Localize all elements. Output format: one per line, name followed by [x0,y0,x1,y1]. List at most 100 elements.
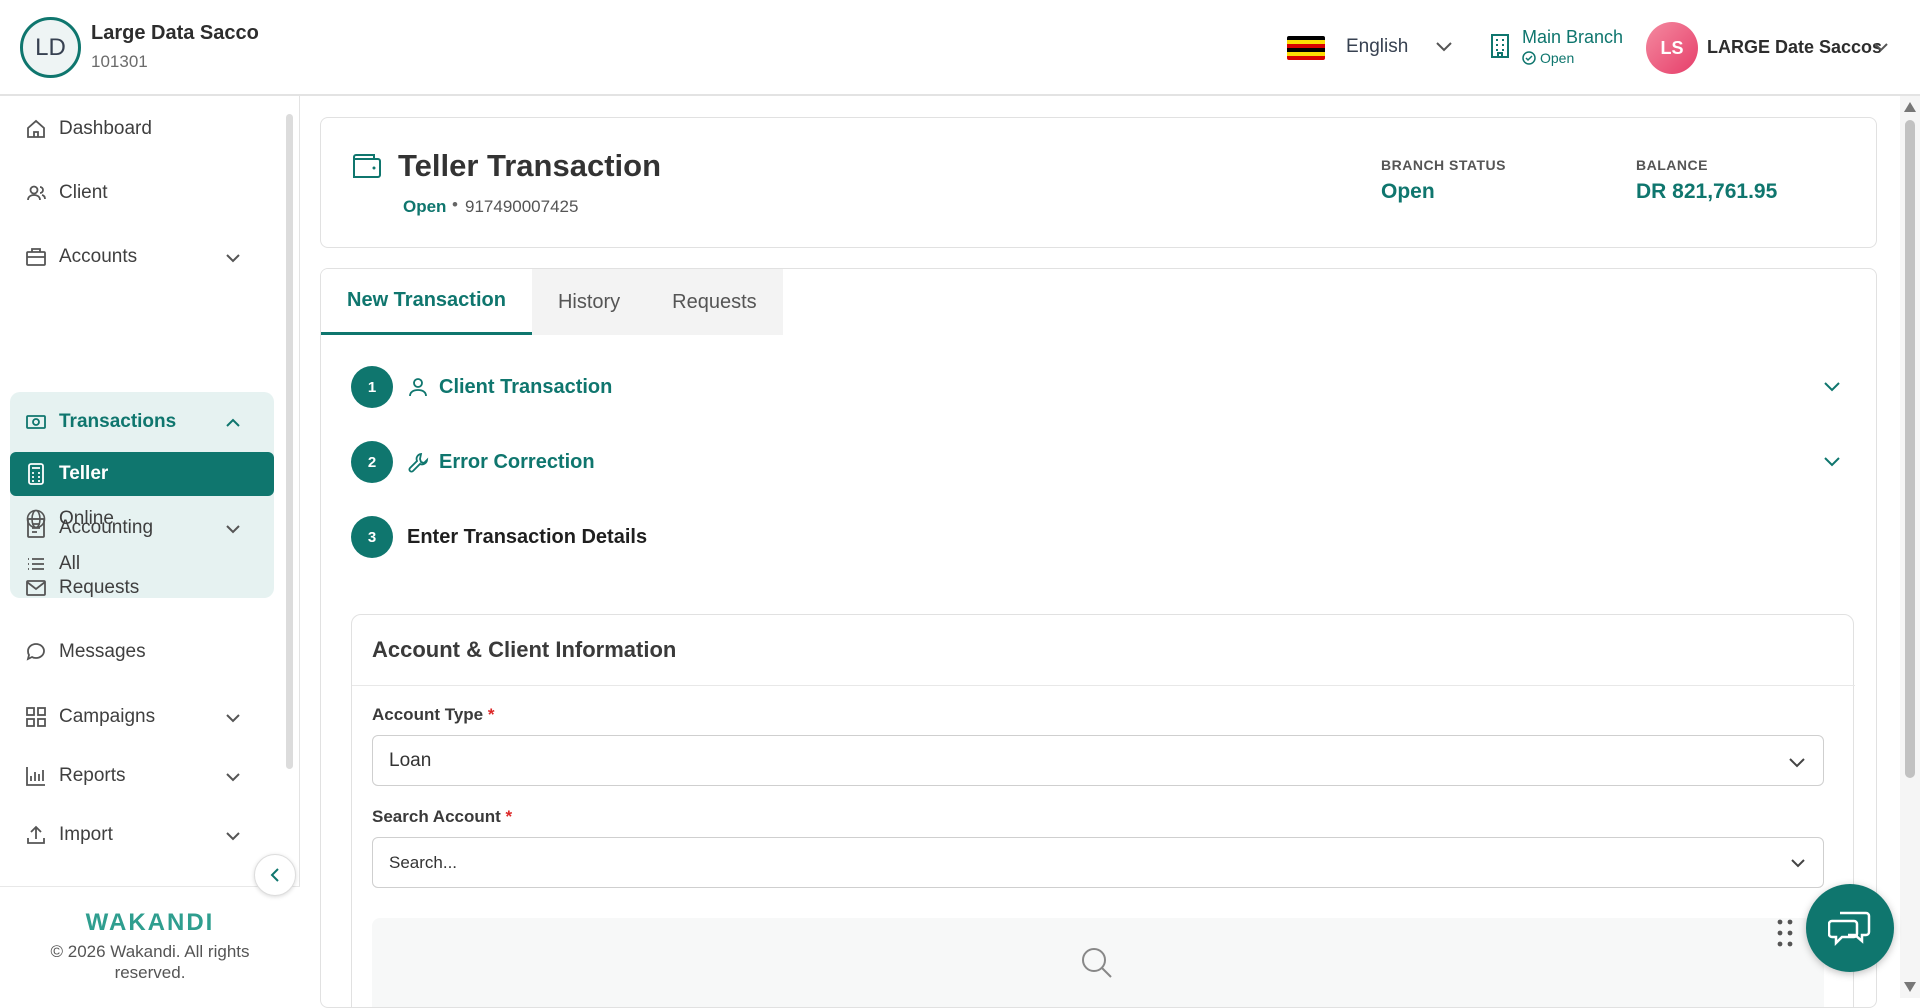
tab-history[interactable]: History [532,269,646,335]
sidebar-item-messages[interactable]: Messages [10,628,274,676]
bar-chart-icon [25,765,47,787]
sidebar-item-label: Import [59,824,113,845]
form-title: Account & Client Information [372,637,677,662]
chevron-down-icon [1787,752,1807,772]
home-icon [25,118,47,140]
org-logo: LD [20,17,81,78]
chevron-down-icon[interactable] [222,247,244,269]
account-type-value: Loan [389,749,432,771]
chevron-down-icon[interactable] [1434,36,1454,56]
uganda-flag-icon[interactable] [1287,36,1325,60]
cash-icon [25,411,47,433]
search-account-label-text: Search Account [372,807,501,826]
chevron-down-icon[interactable] [222,518,244,540]
step-number: 1 [351,366,393,408]
branch-status-label: BRANCH STATUS [1381,157,1506,173]
tab-requests[interactable]: Requests [646,269,783,335]
sidebar-item-accounting[interactable]: Accounting [10,504,274,552]
brand-logo: WAKANDI [85,909,215,936]
scroll-thumb[interactable] [1905,120,1915,778]
sidebar-item-label: Campaigns [59,706,156,727]
sidebar-item-client[interactable]: Client [10,169,274,217]
sidebar-item-label: Dashboard [59,118,152,139]
sidebar-item-transactions[interactable]: Transactions [10,392,274,452]
branch-status-text: Open [1540,50,1575,66]
language-selector[interactable]: English [1346,36,1408,58]
chat-bubbles-icon [1828,907,1872,949]
sidebar-item-reports[interactable]: Reports [10,752,274,800]
sidebar: Dashboard Client Accounts Transactions T… [0,96,300,998]
scroll-up-arrow-icon[interactable] [1904,102,1916,112]
chevron-down-icon[interactable] [1872,38,1890,56]
chevron-up-icon[interactable] [222,412,244,434]
teller-header-card: Teller Transaction Open • 917490007425 B… [320,117,1877,248]
step-client-transaction[interactable]: 1 Client Transaction [351,365,612,409]
tab-new-transaction[interactable]: New Transaction [321,269,532,335]
sidebar-item-requests[interactable]: Requests [10,564,274,612]
mail-icon [25,577,47,599]
sidebar-item-import[interactable]: Import [10,811,274,859]
org-code: 101301 [91,52,148,71]
separator-dot: • [452,195,458,214]
search-icon [1080,946,1114,980]
chevron-down-icon[interactable] [222,825,244,847]
sidebar-item-label: Accounting [59,517,154,538]
chevron-down-icon[interactable] [222,766,244,788]
step-error-correction[interactable]: 2 Error Correction [351,440,595,484]
sidebar-item-campaigns[interactable]: Campaigns [10,693,274,741]
user-avatar[interactable]: LS [1646,22,1698,74]
account-type-label-text: Account Type [372,705,484,724]
step-label: Enter Transaction Details [407,525,648,548]
sidebar-item-accounts[interactable]: Accounts [10,233,274,281]
scroll-down-arrow-icon[interactable] [1904,982,1916,992]
wallet-icon [351,151,383,179]
sidebar-item-label: Client [59,182,108,203]
step-number: 2 [351,441,393,483]
step-enter-transaction-details: 3 Enter Transaction Details [351,515,647,559]
chat-support-button[interactable] [1806,884,1894,972]
sidebar-subitem-teller[interactable]: Teller [10,452,274,496]
transaction-card: New Transaction History Requests 1 Clien… [320,268,1877,1008]
divider [352,685,1855,686]
sidebar-scrollbar[interactable] [286,114,293,769]
users-icon [25,182,47,204]
main-content: Teller Transaction Open • 917490007425 B… [300,96,1900,1008]
calculator-icon [25,463,47,485]
sidebar-footer: WAKANDI © 2026 Wakandi. All rights reser… [0,886,300,998]
chevron-down-icon[interactable] [222,707,244,729]
branch-name[interactable]: Main Branch [1522,27,1623,48]
copyright-text: © 2026 Wakandi. All rights reserved. [50,942,250,982]
sidebar-item-label: Reports [59,765,126,786]
sidebar-item-label: Messages [59,641,146,662]
chevron-left-icon [267,867,283,883]
account-type-select[interactable]: Loan [372,735,1824,786]
account-client-info-card: Account & Client Information Account Typ… [351,614,1855,1007]
sidebar-item-dashboard[interactable]: Dashboard [10,105,274,153]
chevron-down-icon [1789,854,1807,872]
branch-status-value: Open [1381,180,1435,203]
drag-handle-icon[interactable] [1776,918,1796,948]
step-number: 3 [351,516,393,558]
ledger-icon [25,517,47,539]
briefcase-icon [25,246,47,268]
chat-icon [25,641,47,663]
balance-value: DR 821,761.95 [1636,180,1778,203]
sidebar-item-label: Transactions [59,411,177,432]
required-mark: * [487,705,495,724]
check-circle-icon [1522,51,1536,65]
sidebar-item-label: Accounts [59,246,138,267]
page-scrollbar[interactable] [1900,96,1920,998]
branch-open-status: Open [1522,50,1574,66]
chevron-down-icon[interactable] [1821,375,1843,397]
search-account-placeholder: Search... [389,852,458,872]
search-account-select[interactable]: Search... [372,837,1824,888]
sidebar-item-label: Teller [59,463,109,484]
search-results-area [372,918,1824,1007]
sidebar-item-label: Requests [59,577,140,598]
chevron-down-icon[interactable] [1821,450,1843,472]
wrench-icon [407,451,429,473]
user-name[interactable]: LARGE Date Saccos [1707,37,1882,58]
step-label: Error Correction [439,450,595,473]
collapse-sidebar-button[interactable] [254,854,296,896]
balance-label: BALANCE [1636,157,1708,173]
